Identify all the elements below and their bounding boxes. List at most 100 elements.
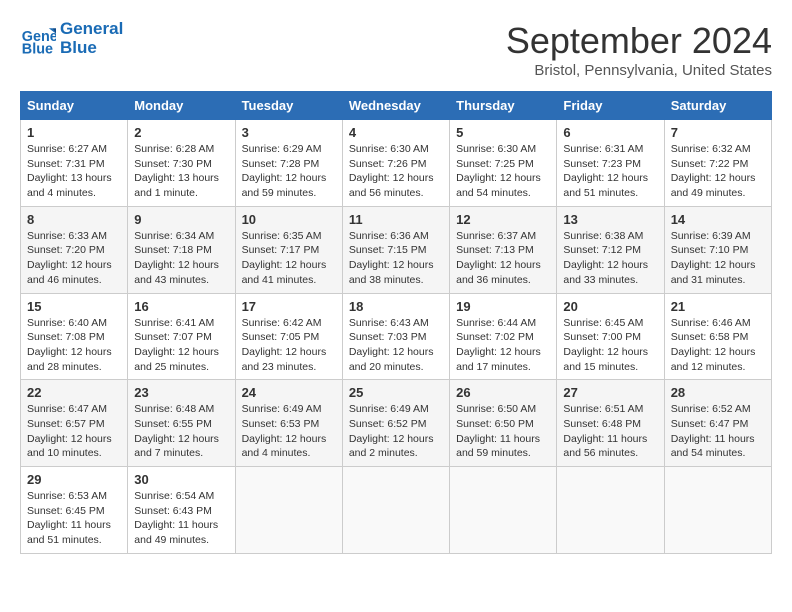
weekday-header-thursday: Thursday	[450, 92, 557, 120]
calendar-cell	[235, 467, 342, 554]
calendar-cell	[664, 467, 771, 554]
title-area: September 2024 Bristol, Pennsylvania, Un…	[506, 20, 772, 79]
day-number: 21	[671, 299, 765, 314]
calendar-cell: 10Sunrise: 6:35 AM Sunset: 7:17 PM Dayli…	[235, 206, 342, 293]
day-info: Sunrise: 6:37 AM Sunset: 7:13 PM Dayligh…	[456, 229, 550, 288]
calendar-cell: 17 Sunrise: 6:42 AM Sunset: 7:05 PM Dayli…	[235, 293, 342, 380]
calendar-cell: 19 Sunrise: 6:44 AM Sunset: 7:02 PM Dayli…	[450, 293, 557, 380]
day-info: Sunrise: 6:38 AM Sunset: 7:12 PM Dayligh…	[563, 229, 657, 288]
calendar-week-row: 8Sunrise: 6:33 AM Sunset: 7:20 PM Daylig…	[21, 206, 772, 293]
day-number: 25	[349, 385, 443, 400]
location-title: Bristol, Pennsylvania, United States	[506, 62, 772, 79]
calendar-cell: 8Sunrise: 6:33 AM Sunset: 7:20 PM Daylig…	[21, 206, 128, 293]
calendar-cell: 12Sunrise: 6:37 AM Sunset: 7:13 PM Dayli…	[450, 206, 557, 293]
calendar-cell: 14 Sunrise: 6:39 AM Sunset: 7:10 PM Dayli…	[664, 206, 771, 293]
day-number: 4	[349, 125, 443, 140]
calendar-cell: 15Sunrise: 6:40 AM Sunset: 7:08 PM Dayli…	[21, 293, 128, 380]
day-number: 29	[27, 472, 121, 487]
calendar-cell: 22 Sunrise: 6:47 AM Sunset: 6:57 PM Dayli…	[21, 380, 128, 467]
calendar-week-row: 1 Sunrise: 6:27 AM Sunset: 7:31 PM Daylig…	[21, 120, 772, 207]
day-info: Sunrise: 6:42 AM Sunset: 7:05 PM Dayligh…	[242, 316, 336, 375]
day-number: 13	[563, 212, 657, 227]
weekday-header-tuesday: Tuesday	[235, 92, 342, 120]
calendar-cell: 26Sunrise: 6:50 AM Sunset: 6:50 PM Dayli…	[450, 380, 557, 467]
calendar-cell: 24Sunrise: 6:49 AM Sunset: 6:53 PM Dayli…	[235, 380, 342, 467]
day-info: Sunrise: 6:40 AM Sunset: 7:08 PM Dayligh…	[27, 316, 121, 375]
day-info: Sunrise: 6:27 AM Sunset: 7:31 PM Dayligh…	[27, 142, 121, 201]
weekday-header-saturday: Saturday	[664, 92, 771, 120]
weekday-header-monday: Monday	[128, 92, 235, 120]
calendar-cell: 30Sunrise: 6:54 AM Sunset: 6:43 PM Dayli…	[128, 467, 235, 554]
calendar-week-row: 15Sunrise: 6:40 AM Sunset: 7:08 PM Dayli…	[21, 293, 772, 380]
day-info: Sunrise: 6:32 AM Sunset: 7:22 PM Dayligh…	[671, 142, 765, 201]
day-info: Sunrise: 6:30 AM Sunset: 7:25 PM Dayligh…	[456, 142, 550, 201]
day-number: 5	[456, 125, 550, 140]
calendar-cell	[342, 467, 449, 554]
day-info: Sunrise: 6:31 AM Sunset: 7:23 PM Dayligh…	[563, 142, 657, 201]
day-info: Sunrise: 6:48 AM Sunset: 6:55 PM Dayligh…	[134, 402, 228, 461]
weekday-header-friday: Friday	[557, 92, 664, 120]
day-info: Sunrise: 6:41 AM Sunset: 7:07 PM Dayligh…	[134, 316, 228, 375]
day-info: Sunrise: 6:49 AM Sunset: 6:53 PM Dayligh…	[242, 402, 336, 461]
calendar-cell: 21 Sunrise: 6:46 AM Sunset: 6:58 PM Dayli…	[664, 293, 771, 380]
calendar-cell: 3Sunrise: 6:29 AM Sunset: 7:28 PM Daylig…	[235, 120, 342, 207]
day-number: 1	[27, 125, 121, 140]
calendar-cell	[450, 467, 557, 554]
calendar-week-row: 29 Sunrise: 6:53 AM Sunset: 6:45 PM Dayli…	[21, 467, 772, 554]
day-info: Sunrise: 6:28 AM Sunset: 7:30 PM Dayligh…	[134, 142, 228, 201]
day-info: Sunrise: 6:35 AM Sunset: 7:17 PM Dayligh…	[242, 229, 336, 288]
calendar-cell: 20 Sunrise: 6:45 AM Sunset: 7:00 PM Dayli…	[557, 293, 664, 380]
calendar-cell: 28 Sunrise: 6:52 AM Sunset: 6:47 PM Dayli…	[664, 380, 771, 467]
calendar-cell: 27 Sunrise: 6:51 AM Sunset: 6:48 PM Dayli…	[557, 380, 664, 467]
day-info: Sunrise: 6:51 AM Sunset: 6:48 PM Dayligh…	[563, 402, 657, 461]
calendar-cell: 25 Sunrise: 6:49 AM Sunset: 6:52 PM Dayli…	[342, 380, 449, 467]
month-title: September 2024	[506, 20, 772, 62]
calendar-week-row: 22 Sunrise: 6:47 AM Sunset: 6:57 PM Dayli…	[21, 380, 772, 467]
day-info: Sunrise: 6:54 AM Sunset: 6:43 PM Dayligh…	[134, 489, 228, 548]
day-info: Sunrise: 6:49 AM Sunset: 6:52 PM Dayligh…	[349, 402, 443, 461]
day-number: 11	[349, 212, 443, 227]
weekday-header-wednesday: Wednesday	[342, 92, 449, 120]
calendar-cell: 29 Sunrise: 6:53 AM Sunset: 6:45 PM Dayli…	[21, 467, 128, 554]
day-info: Sunrise: 6:33 AM Sunset: 7:20 PM Dayligh…	[27, 229, 121, 288]
day-number: 28	[671, 385, 765, 400]
page-header: General Blue General Blue September 2024…	[20, 20, 772, 79]
calendar-cell: 16 Sunrise: 6:41 AM Sunset: 7:07 PM Dayli…	[128, 293, 235, 380]
calendar-cell	[557, 467, 664, 554]
day-info: Sunrise: 6:45 AM Sunset: 7:00 PM Dayligh…	[563, 316, 657, 375]
day-info: Sunrise: 6:47 AM Sunset: 6:57 PM Dayligh…	[27, 402, 121, 461]
logo-line2: Blue	[60, 39, 123, 58]
calendar-cell: 11 Sunrise: 6:36 AM Sunset: 7:15 PM Dayli…	[342, 206, 449, 293]
day-info: Sunrise: 6:53 AM Sunset: 6:45 PM Dayligh…	[27, 489, 121, 548]
calendar-cell: 2Sunrise: 6:28 AM Sunset: 7:30 PM Daylig…	[128, 120, 235, 207]
calendar-cell: 9 Sunrise: 6:34 AM Sunset: 7:18 PM Daylig…	[128, 206, 235, 293]
calendar-table: SundayMondayTuesdayWednesdayThursdayFrid…	[20, 91, 772, 554]
day-info: Sunrise: 6:46 AM Sunset: 6:58 PM Dayligh…	[671, 316, 765, 375]
day-number: 3	[242, 125, 336, 140]
day-info: Sunrise: 6:52 AM Sunset: 6:47 PM Dayligh…	[671, 402, 765, 461]
day-number: 18	[349, 299, 443, 314]
day-number: 6	[563, 125, 657, 140]
logo-line1: General	[60, 20, 123, 39]
day-number: 20	[563, 299, 657, 314]
weekday-header-sunday: Sunday	[21, 92, 128, 120]
day-number: 16	[134, 299, 228, 314]
calendar-cell: 23 Sunrise: 6:48 AM Sunset: 6:55 PM Dayli…	[128, 380, 235, 467]
day-info: Sunrise: 6:43 AM Sunset: 7:03 PM Dayligh…	[349, 316, 443, 375]
day-number: 22	[27, 385, 121, 400]
day-number: 23	[134, 385, 228, 400]
day-info: Sunrise: 6:36 AM Sunset: 7:15 PM Dayligh…	[349, 229, 443, 288]
day-info: Sunrise: 6:39 AM Sunset: 7:10 PM Dayligh…	[671, 229, 765, 288]
day-number: 14	[671, 212, 765, 227]
day-info: Sunrise: 6:44 AM Sunset: 7:02 PM Dayligh…	[456, 316, 550, 375]
calendar-cell: 7Sunrise: 6:32 AM Sunset: 7:22 PM Daylig…	[664, 120, 771, 207]
logo-icon: General Blue	[20, 21, 56, 57]
day-number: 19	[456, 299, 550, 314]
day-number: 9	[134, 212, 228, 227]
svg-text:Blue: Blue	[22, 41, 53, 57]
day-number: 27	[563, 385, 657, 400]
day-info: Sunrise: 6:34 AM Sunset: 7:18 PM Dayligh…	[134, 229, 228, 288]
calendar-cell: 1 Sunrise: 6:27 AM Sunset: 7:31 PM Daylig…	[21, 120, 128, 207]
logo: General Blue General Blue	[20, 20, 123, 57]
day-number: 17	[242, 299, 336, 314]
